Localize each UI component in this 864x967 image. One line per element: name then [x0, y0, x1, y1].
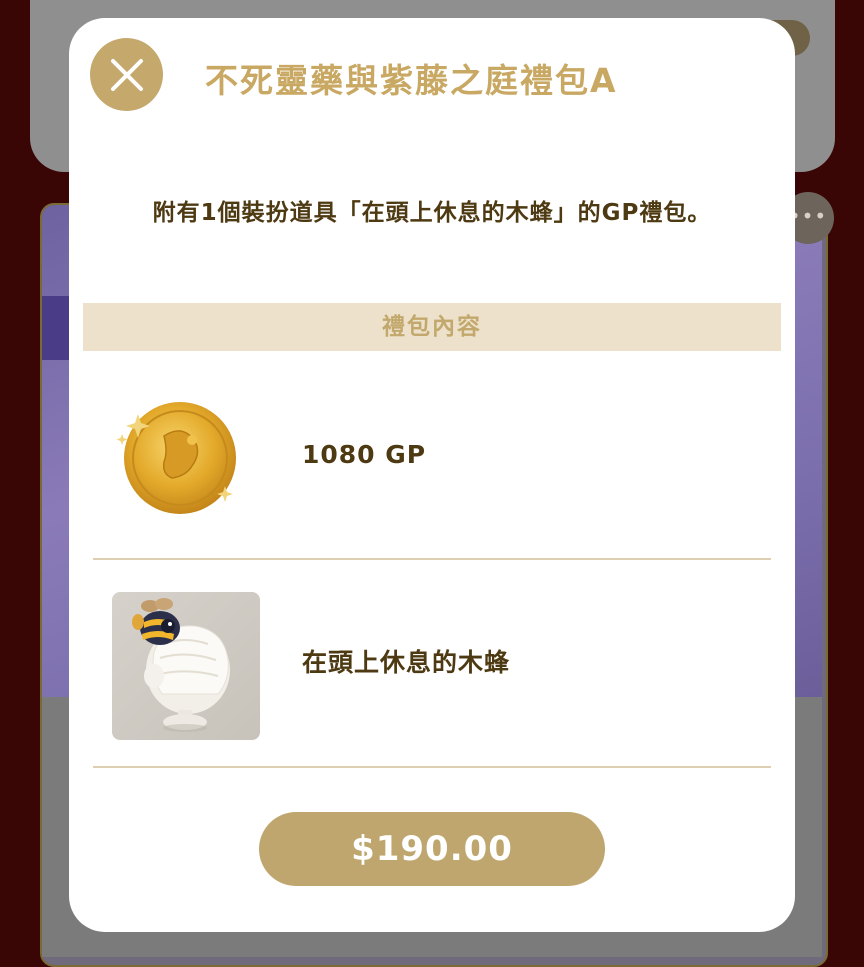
bundle-item-cosmetic: 在頭上休息的木蜂: [93, 560, 771, 768]
bundle-contents-header: 禮包內容: [83, 303, 781, 351]
background-banner-band: [42, 296, 72, 360]
dialog-title: 不死靈藥與紫藤之庭禮包A: [205, 61, 618, 100]
purchase-price-button[interactable]: $190.00: [259, 812, 605, 886]
close-icon: [110, 58, 143, 91]
gold-coin-icon: [116, 402, 236, 514]
bundle-item-gp: 1080 GP: [93, 352, 771, 560]
close-button[interactable]: [90, 38, 163, 111]
bundle-detail-dialog: 不死靈藥與紫藤之庭禮包A 附有1個裝扮道具「在頭上休息的木蜂」的GP禮包。 禮包…: [69, 18, 795, 932]
bundle-description: 附有1個裝扮道具「在頭上休息的木蜂」的GP禮包。: [152, 200, 712, 226]
bundle-item-label: 在頭上休息的木蜂: [302, 648, 511, 677]
bundle-item-label: 1080 GP: [302, 440, 427, 469]
bee-hat-item-icon: [112, 592, 260, 740]
